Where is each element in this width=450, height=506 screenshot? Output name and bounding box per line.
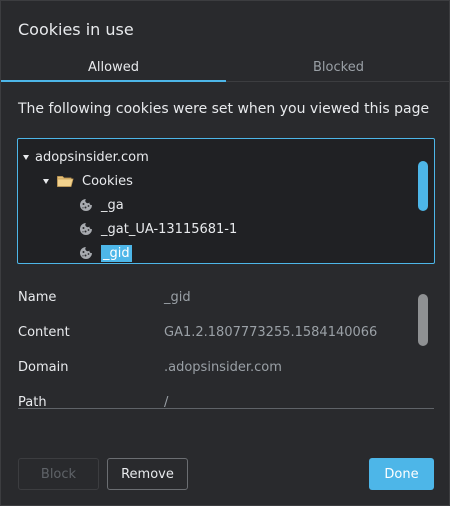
- tree-item-cookie[interactable]: _ga: [79, 194, 124, 216]
- cookie-details: Name _gid Content GA1.2.1807773255.15841…: [1, 285, 450, 409]
- cookie-name: _gat_UA-13115681-1: [101, 221, 238, 237]
- tab-selected-indicator: [1, 80, 226, 82]
- tab-allowed[interactable]: Allowed: [1, 58, 226, 82]
- expand-arrow-icon[interactable]: [43, 178, 49, 184]
- tab-divider: [226, 81, 450, 82]
- tab-blocked[interactable]: Blocked: [226, 58, 450, 82]
- tree-item-cookie[interactable]: _gat_UA-13115681-1: [79, 218, 237, 240]
- detail-label: Name: [18, 290, 57, 305]
- cookie-name: _gid: [101, 244, 132, 262]
- remove-button[interactable]: Remove: [107, 458, 188, 490]
- cookie-tree[interactable]: adopsinsider.com Cookies _ga _gat_UA-131…: [17, 138, 435, 264]
- details-divider: [18, 408, 434, 409]
- cookie-icon: [80, 199, 92, 211]
- block-button[interactable]: Block: [18, 458, 99, 490]
- detail-row-name: Name _gid: [18, 290, 191, 310]
- detail-label: Domain: [18, 360, 69, 375]
- cookie-icon: [80, 223, 92, 235]
- cookie-icon: [80, 247, 92, 259]
- expand-arrow-icon[interactable]: [23, 154, 29, 160]
- tree-item-site[interactable]: adopsinsider.com: [23, 146, 149, 168]
- detail-label: Content: [18, 325, 70, 340]
- dialog-description: The following cookies were set when you …: [18, 101, 430, 117]
- dialog-title: Cookies in use: [18, 20, 134, 39]
- cookies-dialog: Cookies in use Allowed Blocked The follo…: [0, 0, 450, 506]
- folder-icon: [57, 176, 74, 187]
- cookie-name: _ga: [101, 197, 124, 213]
- details-scrollbar-thumb[interactable]: [418, 294, 428, 346]
- tree-scrollbar-thumb[interactable]: [418, 161, 428, 211]
- tree-item-site-label: adopsinsider.com: [35, 149, 149, 165]
- detail-value: .adopsinsider.com: [164, 360, 282, 375]
- detail-row-domain: Domain .adopsinsider.com: [18, 360, 282, 380]
- detail-value: /: [164, 395, 169, 409]
- tab-strip: Allowed Blocked: [1, 58, 450, 82]
- tree-item-folder-label: Cookies: [82, 173, 133, 189]
- tree-item-folder[interactable]: Cookies: [43, 170, 133, 192]
- detail-value: GA1.2.1807773255.1584140066: [164, 325, 378, 340]
- detail-label: Path: [18, 395, 47, 409]
- detail-row-content: Content GA1.2.1807773255.1584140066: [18, 325, 377, 345]
- tree-item-cookie-selected[interactable]: _gid: [79, 242, 132, 264]
- done-button[interactable]: Done: [369, 458, 434, 490]
- detail-value: _gid: [164, 290, 191, 305]
- detail-row-path: Path /: [18, 395, 168, 409]
